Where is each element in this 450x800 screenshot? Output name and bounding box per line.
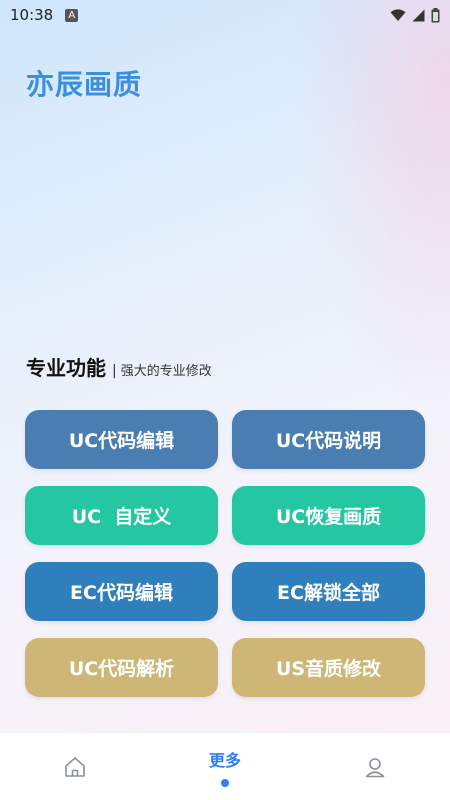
status-icons xyxy=(390,7,440,23)
us-audio-modify-button[interactable]: US音质修改 xyxy=(232,638,425,697)
nav-profile[interactable] xyxy=(355,733,395,800)
section-header: 专业功能 | 强大的专业修改 xyxy=(26,352,212,381)
home-icon xyxy=(65,757,85,777)
active-indicator-dot xyxy=(221,779,229,787)
app-screen: 10:38 A 亦辰画质 专业功能 | 强大的专业修改 UC代码编辑 UC代码说… xyxy=(0,0,450,800)
section-subtitle: 强大的专业修改 xyxy=(120,364,212,379)
battery-icon xyxy=(431,7,440,22)
ec-code-edit-button[interactable]: EC代码编辑 xyxy=(25,562,218,621)
nav-more[interactable]: 更多 xyxy=(195,733,255,800)
function-button-grid: UC代码编辑 UC代码说明 UC 自定义 UC恢复画质 EC代码编辑 EC解锁全… xyxy=(25,410,425,697)
bottom-nav: 更多 xyxy=(0,732,450,800)
status-bar: 10:38 A xyxy=(0,0,450,30)
status-time: 10:38 xyxy=(10,6,54,24)
section-title: 专业功能 xyxy=(26,356,106,380)
nav-more-label: 更多 xyxy=(208,751,241,770)
app-title: 亦辰画质 xyxy=(26,68,143,101)
section-divider: | xyxy=(112,363,117,379)
wifi-icon xyxy=(390,8,406,21)
uc-code-edit-button[interactable]: UC代码编辑 xyxy=(25,410,218,469)
uc-code-explain-button[interactable]: UC代码说明 xyxy=(232,410,425,469)
ec-unlock-all-button[interactable]: EC解锁全部 xyxy=(232,562,425,621)
uc-code-parse-button[interactable]: UC代码解析 xyxy=(25,638,218,697)
nav-home[interactable] xyxy=(55,733,95,800)
user-icon xyxy=(365,758,385,778)
uc-custom-button[interactable]: UC 自定义 xyxy=(25,486,218,545)
uc-restore-quality-button[interactable]: UC恢复画质 xyxy=(232,486,425,545)
signal-icon xyxy=(412,9,425,21)
notification-a-icon: A xyxy=(65,8,79,22)
